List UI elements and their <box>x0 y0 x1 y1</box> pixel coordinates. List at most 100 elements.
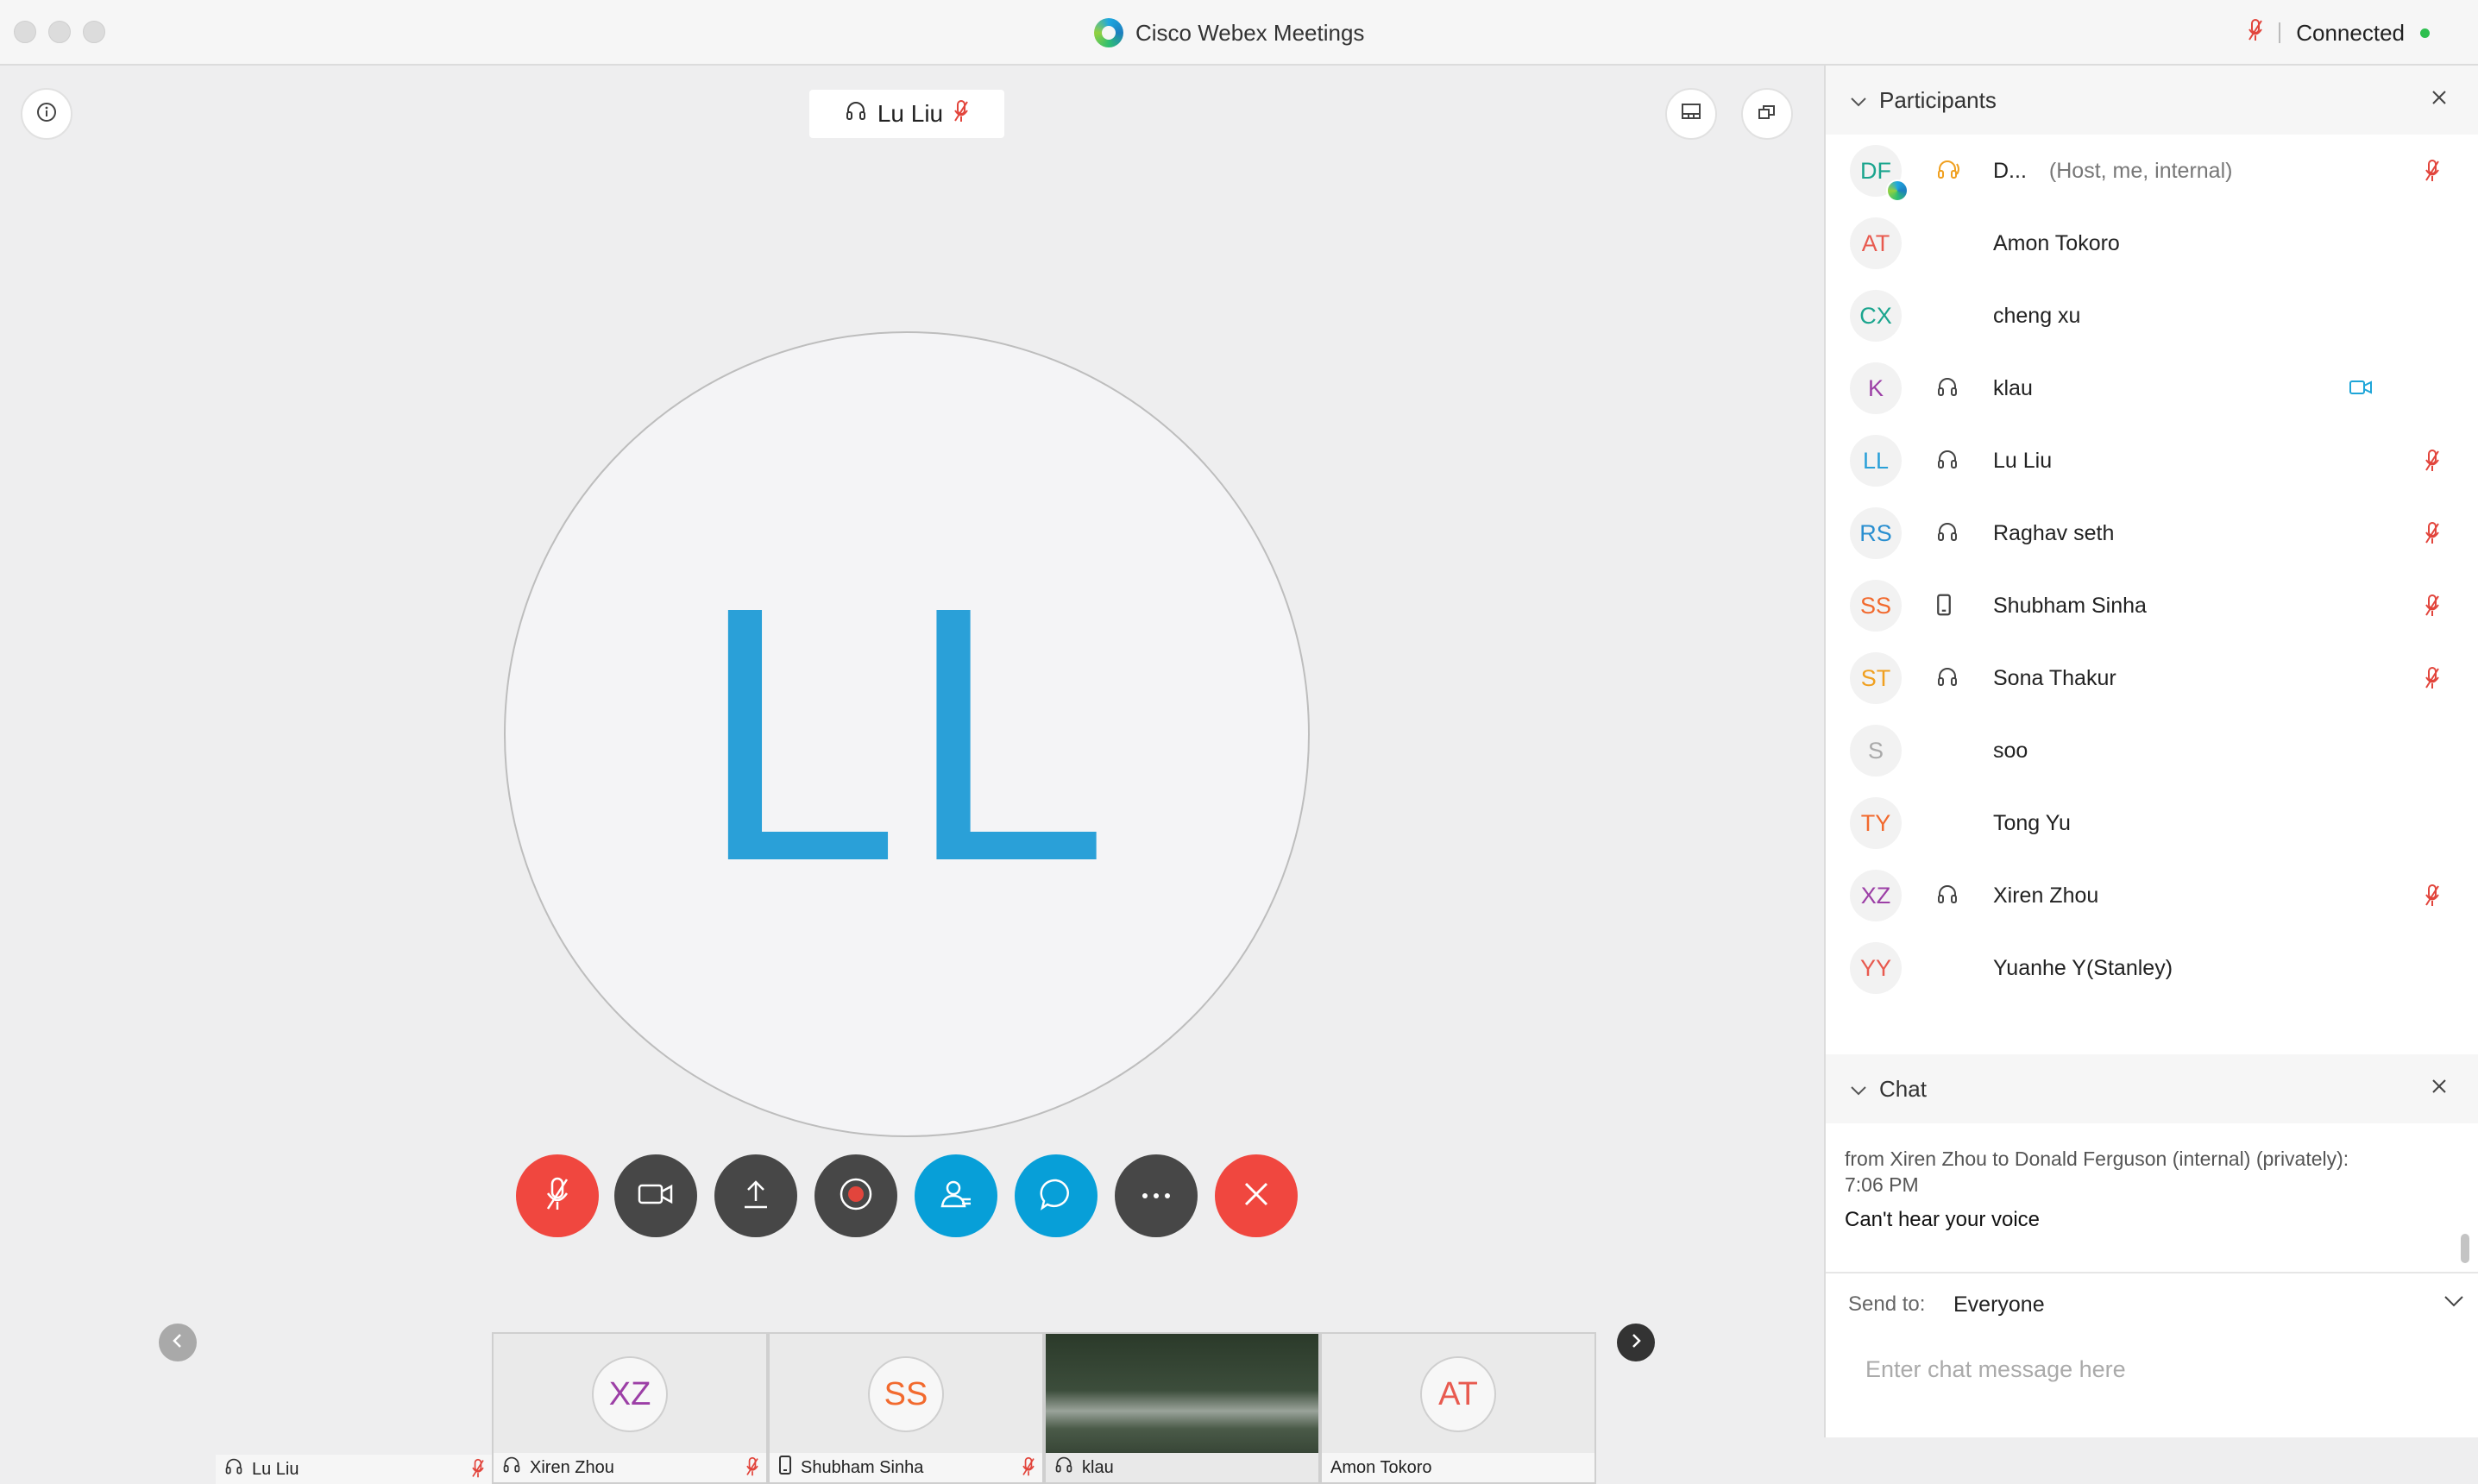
participant-name: Xiren Zhou <box>1993 883 2099 908</box>
mic-muted-icon <box>2425 159 2440 187</box>
mic-muted-icon <box>544 1176 570 1217</box>
chat-message-input[interactable] <box>1864 1343 2454 1396</box>
participant-avatar: XZ <box>1850 870 1902 921</box>
participant-row[interactable]: CX cheng xu <box>1826 280 2478 352</box>
participant-row[interactable]: AT Amon Tokoro <box>1826 207 2478 280</box>
thumbnail-label: klau <box>1046 1453 1318 1482</box>
leave-button[interactable] <box>1215 1154 1298 1237</box>
thumbnail-avatar: XZ <box>592 1356 668 1432</box>
participant-name-wrap: Amon Tokoro <box>1993 207 2120 280</box>
meeting-info-button[interactable] <box>21 88 72 140</box>
participant-row[interactable]: SS Shubham Sinha <box>1826 569 2478 642</box>
chat-title: Chat <box>1879 1075 1927 1102</box>
headset-icon <box>1936 521 1959 548</box>
participant-name: Shubham Sinha <box>1993 593 2147 618</box>
chevron-down-icon[interactable] <box>1850 87 1867 114</box>
more-button[interactable] <box>1115 1154 1198 1237</box>
participant-row[interactable]: ST Sona Thakur <box>1826 642 2478 714</box>
popout-button[interactable] <box>1741 88 1793 140</box>
close-icon[interactable] <box>2430 86 2449 113</box>
thumbnail-label: Shubham Sinha <box>770 1453 1042 1482</box>
participant-row[interactable]: DF D... (Host, me, internal) <box>1826 135 2478 207</box>
participant-name-wrap: Tong Yu <box>1993 787 2071 859</box>
participant-row[interactable]: TY Tong Yu <box>1826 787 2478 859</box>
video-button[interactable] <box>614 1154 697 1237</box>
close-x-icon <box>1242 1180 1270 1212</box>
thumbnail-label: Lu Liu <box>216 1455 492 1484</box>
close-window-button[interactable] <box>14 21 36 43</box>
participant-name: Raghav seth <box>1993 520 2115 545</box>
participant-name: klau <box>1993 375 2033 400</box>
title-bar: Cisco Webex Meetings Connected <box>0 0 2478 66</box>
participant-row[interactable]: XZ Xiren Zhou <box>1826 859 2478 932</box>
video-camera-icon <box>638 1182 674 1210</box>
share-button[interactable] <box>714 1154 797 1237</box>
thumbnail-name: Lu Liu <box>252 1459 299 1479</box>
headset-icon <box>502 1456 521 1480</box>
mute-button[interactable] <box>516 1154 599 1237</box>
thumbnail-shubham-sinha[interactable]: SS Shubham Sinha <box>768 1332 1044 1484</box>
participants-icon <box>939 1177 973 1216</box>
meeting-stage: Lu Liu LL Lu Liu XZ Xiren Zhou SS Shubha… <box>0 66 1822 1484</box>
headset-icon <box>1936 449 1959 475</box>
thumbnail-avatar: SS <box>868 1356 944 1432</box>
share-upload-icon <box>742 1179 770 1214</box>
thumbnail-name: klau <box>1082 1457 1114 1477</box>
strip-previous-button[interactable] <box>159 1324 197 1361</box>
participant-name: D... <box>1993 158 2027 183</box>
participant-name: Tong Yu <box>1993 810 2071 835</box>
thumbnail-klau-video[interactable]: klau <box>1044 1332 1320 1484</box>
thumbnail-lu-liu[interactable]: Lu Liu <box>216 1332 492 1484</box>
chat-timestamp: 7:06 PM <box>1845 1173 1919 1196</box>
record-icon <box>839 1177 873 1216</box>
chat-message-text: Can't hear your voice <box>1845 1208 2041 1231</box>
host-badge-icon <box>1886 179 1909 202</box>
active-speaker-avatar: LL <box>504 331 1310 1137</box>
participant-name-wrap: D... (Host, me, internal) <box>1993 135 2232 207</box>
participant-row[interactable]: Kklau <box>1826 352 2478 424</box>
participant-avatar: S <box>1850 725 1902 777</box>
strip-next-button[interactable] <box>1617 1324 1655 1361</box>
chat-button[interactable] <box>1015 1154 1097 1237</box>
participant-name: Amon Tokoro <box>1993 230 2120 255</box>
minimize-window-button[interactable] <box>48 21 71 43</box>
participant-row[interactable]: YY Yuanhe Y(Stanley) <box>1826 932 2478 1004</box>
scrollbar-thumb[interactable] <box>2461 1234 2469 1263</box>
thumbnail-amon-tokoro[interactable]: AT Amon Tokoro <box>1320 1332 1596 1484</box>
mic-muted-icon <box>2425 521 2440 550</box>
headset-icon <box>1936 666 1959 693</box>
mic-muted-icon <box>2248 18 2263 48</box>
record-button[interactable] <box>814 1154 897 1237</box>
close-icon[interactable] <box>2430 1075 2449 1102</box>
chat-sender-line: from Xiren Zhou to Donald Ferguson (inte… <box>1845 1148 2349 1170</box>
chevron-down-icon[interactable] <box>1850 1076 1867 1103</box>
thumbnail-avatar: AT <box>1420 1356 1496 1432</box>
zoom-window-button[interactable] <box>83 21 105 43</box>
layout-button[interactable] <box>1665 88 1717 140</box>
active-speaker-name: Lu Liu <box>877 100 944 127</box>
thumbnail-name: Xiren Zhou <box>530 1457 614 1477</box>
participant-name-wrap: Raghav seth <box>1993 497 2114 569</box>
popout-window-icon <box>1758 103 1777 126</box>
participant-row[interactable]: LL Lu Liu <box>1826 424 2478 497</box>
chat-header[interactable]: Chat <box>1826 1054 2478 1123</box>
participant-avatar: K <box>1850 362 1902 414</box>
send-to-selector[interactable]: Send to: Everyone <box>1826 1272 2478 1337</box>
participants-header[interactable]: Participants <box>1826 66 2478 135</box>
participant-row[interactable]: RS Raghav seth <box>1826 497 2478 569</box>
chat-scrollbar[interactable] <box>2461 1139 2469 1268</box>
thumbnail-xiren-zhou[interactable]: XZ Xiren Zhou <box>492 1332 768 1484</box>
thumbnail-name: Shubham Sinha <box>801 1457 924 1477</box>
chevron-down-icon[interactable] <box>2443 1294 2464 1312</box>
participant-avatar: RS <box>1850 507 1902 559</box>
participant-row[interactable]: Ssoo <box>1826 714 2478 787</box>
app-title-text: Cisco Webex Meetings <box>1135 19 1365 46</box>
mic-muted-icon <box>2425 883 2440 912</box>
send-to-label: Send to: <box>1848 1292 1926 1316</box>
send-to-value[interactable]: Everyone <box>1953 1292 2045 1317</box>
participants-button[interactable] <box>915 1154 997 1237</box>
participant-avatar: SS <box>1850 580 1902 632</box>
mic-muted-icon <box>2425 594 2440 622</box>
headset-icon <box>1054 1456 1073 1480</box>
chat-message-header: from Xiren Zhou to Donald Ferguson (inte… <box>1845 1146 2449 1198</box>
